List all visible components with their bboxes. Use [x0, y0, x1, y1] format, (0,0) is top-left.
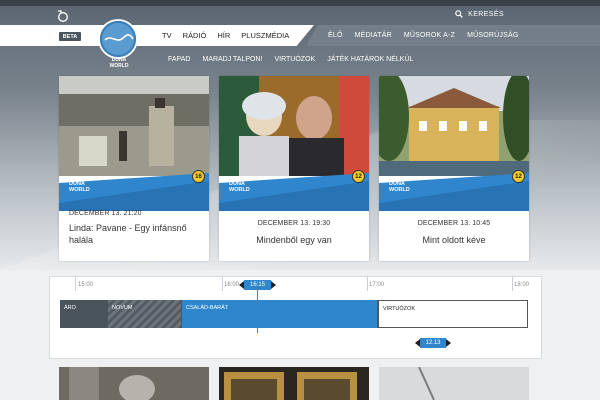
- program-block[interactable]: ÁRO: [60, 300, 108, 328]
- nav-item-musorok[interactable]: MŰSOROK A-Z: [404, 32, 455, 39]
- tick-line: [222, 277, 223, 291]
- program-block[interactable]: NOVUM: [108, 300, 181, 328]
- program-block[interactable]: VIRTUÓZOK: [378, 300, 528, 328]
- card-date: DECEMBER 13. 19:30: [257, 220, 331, 227]
- nav-item-hir[interactable]: HÍR: [217, 31, 230, 40]
- beta-badge: BETA: [59, 32, 81, 41]
- nav-item-musorujsag[interactable]: MŰSORÚJSÁG: [467, 32, 518, 39]
- program-thumbnail: [59, 76, 209, 176]
- nav-item-tv[interactable]: TV: [162, 31, 172, 40]
- sub-nav: FAPAD MARADJ TALPON! VIRTUÓZOK JÁTÉK HAT…: [168, 56, 413, 63]
- logo-icon[interactable]: [57, 10, 69, 22]
- program-thumbnail[interactable]: [219, 367, 369, 400]
- logo-text-line2: WORLD: [109, 62, 129, 69]
- age-rating-badge: 16: [192, 170, 205, 183]
- card-title[interactable]: Linda: Pavane - Egy infánsnő halála: [69, 222, 199, 246]
- nav-item-radio[interactable]: RÁDIÓ: [183, 31, 207, 40]
- subnav-item-virtuozok[interactable]: VIRTUÓZOK: [274, 56, 315, 63]
- program-thumbnail[interactable]: [59, 367, 209, 400]
- card-date: DECEMBER 13. 10:45: [417, 220, 491, 227]
- main-nav: TV RÁDIÓ HÍR PLUSZMÉDIA: [162, 25, 289, 46]
- age-rating-badge: 12: [352, 170, 365, 183]
- brand-line2: WORLD: [229, 187, 250, 193]
- date-badge[interactable]: 12.13: [420, 338, 446, 348]
- nav-item-pluszmedia[interactable]: PLUSZMÉDIA: [241, 31, 289, 40]
- search-label: KERESÉS: [468, 10, 504, 18]
- secondary-nav: ÉLŐ MÉDIATÁR MŰSOROK A-Z MŰSORÚJSÁG: [328, 25, 518, 46]
- tick-label: 15:00: [78, 282, 94, 288]
- tick-label: 16:00: [224, 282, 240, 288]
- card-date: DECEMBER 13. 21:20: [69, 210, 142, 217]
- scroll-right-icon[interactable]: [271, 281, 276, 289]
- subnav-item-jatek[interactable]: JÁTÉK HATÁROK NÉLKÜL: [327, 56, 413, 63]
- timeline-cursor: [257, 285, 258, 333]
- tick-line: [512, 277, 513, 291]
- program-thumbnail: [379, 76, 529, 176]
- program-block-current[interactable]: CSALÁD-BARÁT: [182, 300, 377, 328]
- brand-line2: WORLD: [69, 187, 90, 193]
- program-card[interactable]: DUNA WORLD 12 DECEMBER 13. 10:45 Mint old…: [379, 76, 529, 261]
- card-title[interactable]: Mindenből egy van: [219, 234, 369, 246]
- nav-bar-left: [0, 25, 100, 46]
- duna-logo[interactable]: [97, 18, 139, 60]
- card-brand: DUNA WORLD: [229, 181, 250, 193]
- program-card[interactable]: DUNA WORLD 16 DECEMBER 13. 21:20 Linda: P…: [59, 76, 209, 261]
- program-thumbnail[interactable]: [379, 367, 529, 400]
- next-day-icon[interactable]: [446, 339, 451, 347]
- program-card[interactable]: DUNA WORLD 12 DECEMBER 13. 19:30 Mindenbő…: [219, 76, 369, 261]
- current-time-badge[interactable]: 16:15: [244, 280, 271, 290]
- subnav-item-fapad[interactable]: FAPAD: [168, 56, 190, 63]
- tick-line: [75, 277, 76, 291]
- card-brand: DUNA WORLD: [389, 181, 410, 193]
- age-rating-badge: 12: [512, 170, 525, 183]
- tick-label: 17:00: [369, 282, 385, 288]
- search-button[interactable]: KERESÉS: [455, 10, 504, 18]
- card-brand: DUNA WORLD: [69, 181, 90, 193]
- brand-line2: WORLD: [389, 187, 410, 193]
- nav-item-elo[interactable]: ÉLŐ: [328, 32, 343, 39]
- search-icon: [455, 10, 463, 18]
- nav-item-mediatar[interactable]: MÉDIATÁR: [355, 32, 392, 39]
- logo-text: DUNA WORLD: [108, 57, 130, 69]
- tick-label: 18:00: [514, 282, 530, 288]
- top-band: [0, 0, 600, 6]
- card-title[interactable]: Mint oldott kéve: [379, 234, 529, 246]
- tick-line: [367, 277, 368, 291]
- subnav-item-maradj-talpon[interactable]: MARADJ TALPON!: [202, 56, 262, 63]
- program-thumbnail: [219, 76, 369, 176]
